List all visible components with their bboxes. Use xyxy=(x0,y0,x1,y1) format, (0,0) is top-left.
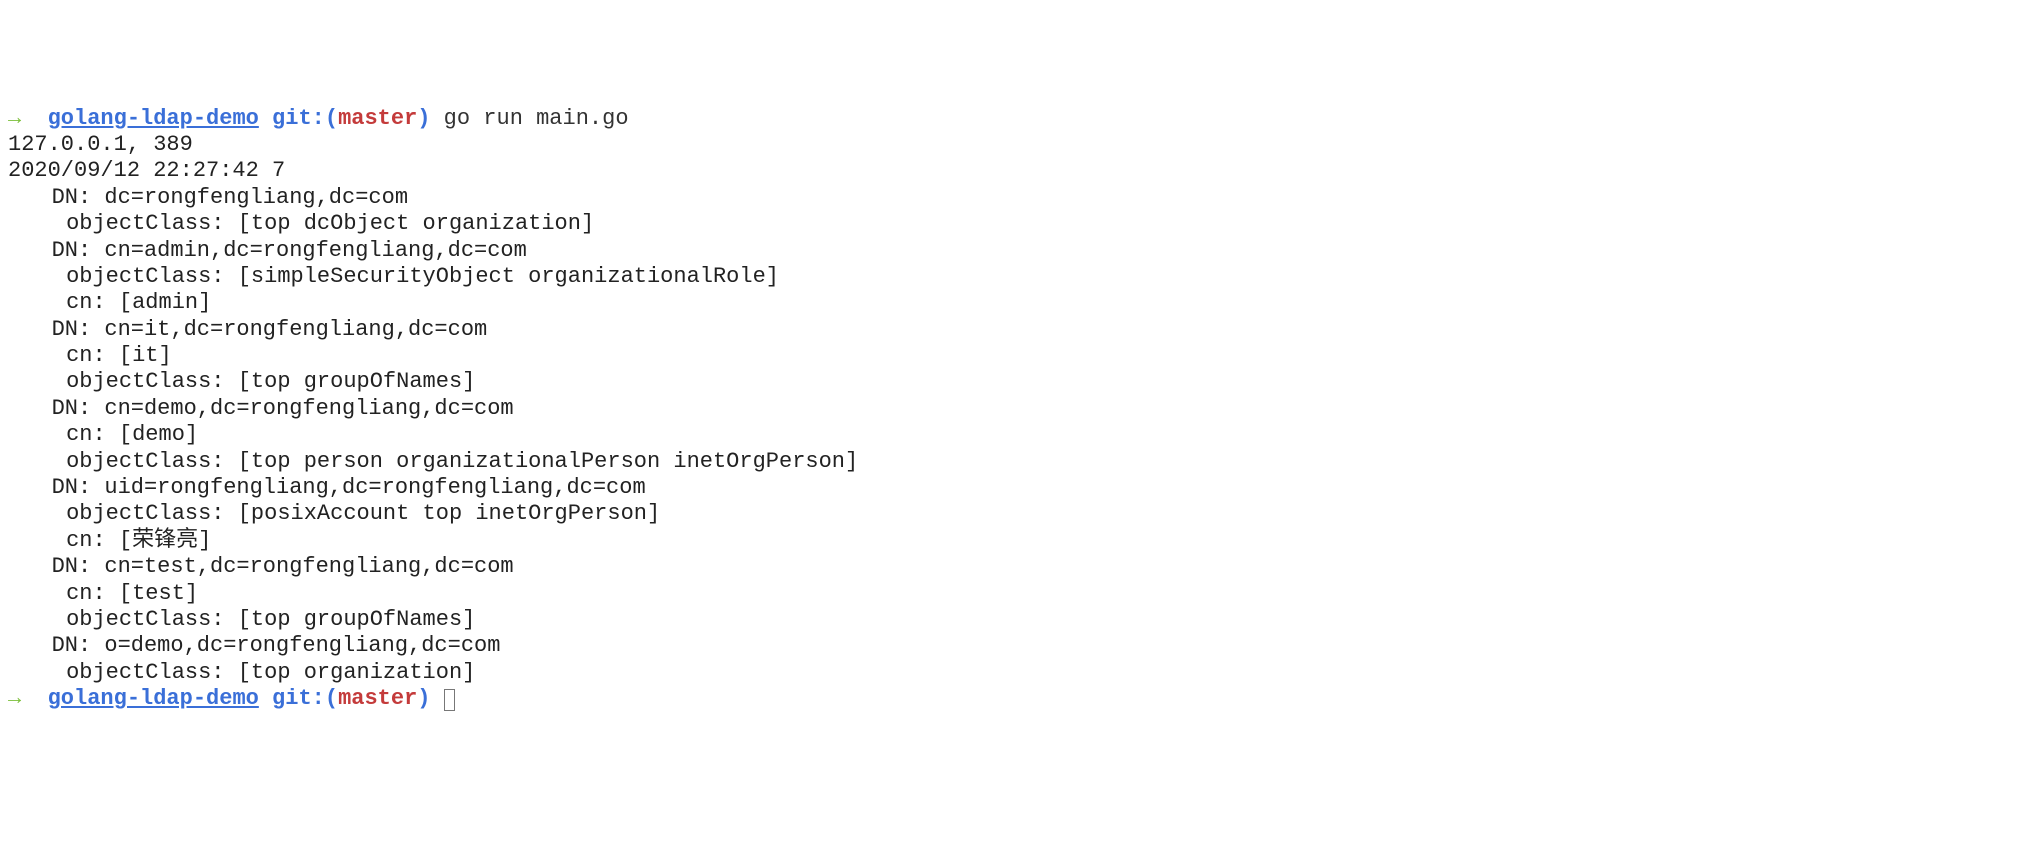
ldap-dn: DN: cn=admin,dc=rongfengliang,dc=com xyxy=(8,238,2034,264)
prompt-line: → golang-ldap-demo git:(master) go run m… xyxy=(8,106,2034,132)
paren-close: ) xyxy=(417,686,430,711)
ldap-attr: cn: [test] xyxy=(8,581,2034,607)
ldap-attr: objectClass: [simpleSecurityObject organ… xyxy=(8,264,2034,290)
git-branch: master xyxy=(338,106,417,131)
ldap-attr: objectClass: [top groupOfNames] xyxy=(8,369,2034,395)
prompt-line: → golang-ldap-demo git:(master) xyxy=(8,686,2034,712)
cwd: golang-ldap-demo xyxy=(48,106,259,131)
git-branch: master xyxy=(338,686,417,711)
ldap-attr: cn: [admin] xyxy=(8,290,2034,316)
ldap-attr: cn: [it] xyxy=(8,343,2034,369)
cursor-icon[interactable] xyxy=(444,689,455,711)
paren-open: ( xyxy=(325,106,338,131)
ldap-attr: objectClass: [top groupOfNames] xyxy=(8,607,2034,633)
git-label: git: xyxy=(272,686,325,711)
arrow-icon: → xyxy=(8,106,21,131)
ldap-attr: objectClass: [top person organizationalP… xyxy=(8,449,2034,475)
ldap-attr: objectClass: [top organization] xyxy=(8,660,2034,686)
paren-open: ( xyxy=(325,686,338,711)
command: go run main.go xyxy=(430,106,628,131)
ldap-attr: objectClass: [top dcObject organization] xyxy=(8,211,2034,237)
ldap-dn: DN: cn=demo,dc=rongfengliang,dc=com xyxy=(8,396,2034,422)
ldap-attr: cn: [荣锋亮] xyxy=(8,528,2034,554)
arrow-icon: → xyxy=(8,686,21,711)
ldap-dn: DN: cn=test,dc=rongfengliang,dc=com xyxy=(8,554,2034,580)
ldap-dn: DN: cn=it,dc=rongfengliang,dc=com xyxy=(8,317,2034,343)
ldap-attr: cn: [demo] xyxy=(8,422,2034,448)
output-line: 127.0.0.1, 389 xyxy=(8,132,2034,158)
ldap-attr: objectClass: [posixAccount top inetOrgPe… xyxy=(8,501,2034,527)
paren-close: ) xyxy=(417,106,430,131)
ldap-dn: DN: uid=rongfengliang,dc=rongfengliang,d… xyxy=(8,475,2034,501)
ldap-dn: DN: o=demo,dc=rongfengliang,dc=com xyxy=(8,633,2034,659)
git-label: git: xyxy=(272,106,325,131)
cwd: golang-ldap-demo xyxy=(48,686,259,711)
ldap-dn: DN: dc=rongfengliang,dc=com xyxy=(8,185,2034,211)
terminal-output[interactable]: → golang-ldap-demo git:(master) go run m… xyxy=(8,106,2034,713)
output-line: 2020/09/12 22:27:42 7 xyxy=(8,158,2034,184)
